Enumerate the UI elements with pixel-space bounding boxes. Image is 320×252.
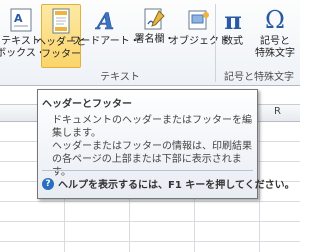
svg-text:A: A — [95, 9, 114, 33]
text-box-icon: A — [6, 6, 36, 34]
equation-glyph: π — [224, 5, 242, 35]
object-icon — [184, 6, 214, 34]
column-header-r[interactable]: R — [274, 106, 281, 117]
wordart-label: ワードアート・ — [70, 36, 140, 47]
tooltip-divider — [42, 170, 253, 171]
header-footer-tooltip: ヘッダーとフッター ドキュメントのヘッダーまたはフッターを編集します。 ヘッダー… — [37, 89, 295, 199]
equation-label: 数式 — [223, 36, 243, 47]
ribbon: A テキスト ボックス・ ヘッダーと フッター A ワードアート・ 署名欄・ オ… — [0, 0, 300, 86]
symbol-button[interactable]: Ω 記号と 特殊文字 — [252, 6, 298, 64]
signature-line-icon — [139, 6, 169, 34]
group-separator — [215, 4, 216, 82]
wordart-button[interactable]: A ワードアート・ — [70, 6, 139, 64]
text-box-button[interactable]: A テキスト ボックス・ — [0, 6, 46, 64]
tooltip-description: ドキュメントのヘッダーまたはフッターを編集します。 — [52, 115, 252, 139]
tooltip-details: ヘッダーまたはフッターの情報は、印刷結果の各ページの上部または下部に表示されます… — [52, 141, 252, 178]
header-footer-icon — [46, 7, 76, 35]
group-label-symbols: 記号と特殊文字 — [224, 72, 294, 83]
group-label-text: テキスト — [100, 72, 140, 83]
equation-icon: π — [218, 5, 248, 35]
tooltip-help-row: ? ヘルプを表示するには、F1 キーを押してください。 — [42, 176, 295, 191]
symbol-label: 記号と 特殊文字 — [255, 36, 295, 59]
symbol-glyph: Ω — [265, 6, 285, 34]
tooltip-help-text: ヘルプを表示するには、F1 キーを押してください。 — [58, 180, 295, 191]
svg-text:A: A — [14, 12, 23, 25]
signature-line-button[interactable]: 署名欄・ — [132, 6, 176, 64]
help-icon: ? — [42, 177, 54, 190]
symbol-icon: Ω — [260, 6, 290, 34]
wordart-icon: A — [90, 6, 120, 34]
equation-button[interactable]: π 数式 — [219, 6, 247, 64]
tooltip-title: ヘッダーとフッター — [42, 99, 132, 110]
